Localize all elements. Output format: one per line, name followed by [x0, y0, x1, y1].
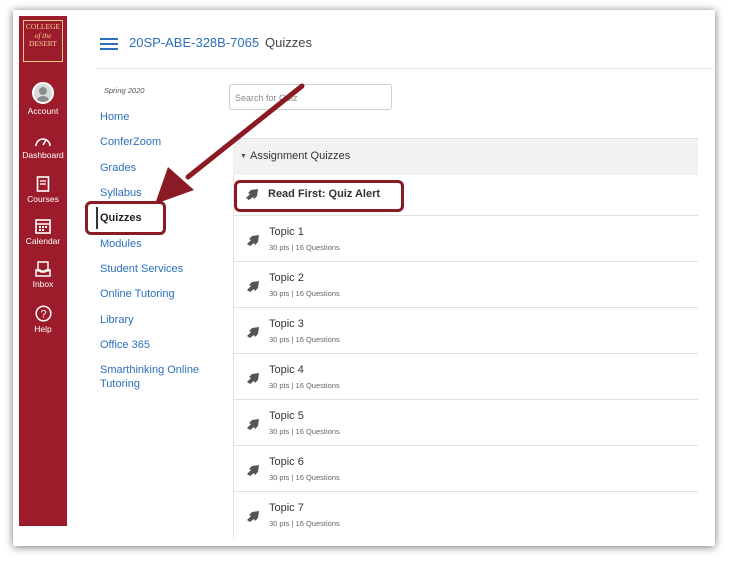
annotation-arrow — [155, 83, 305, 204]
